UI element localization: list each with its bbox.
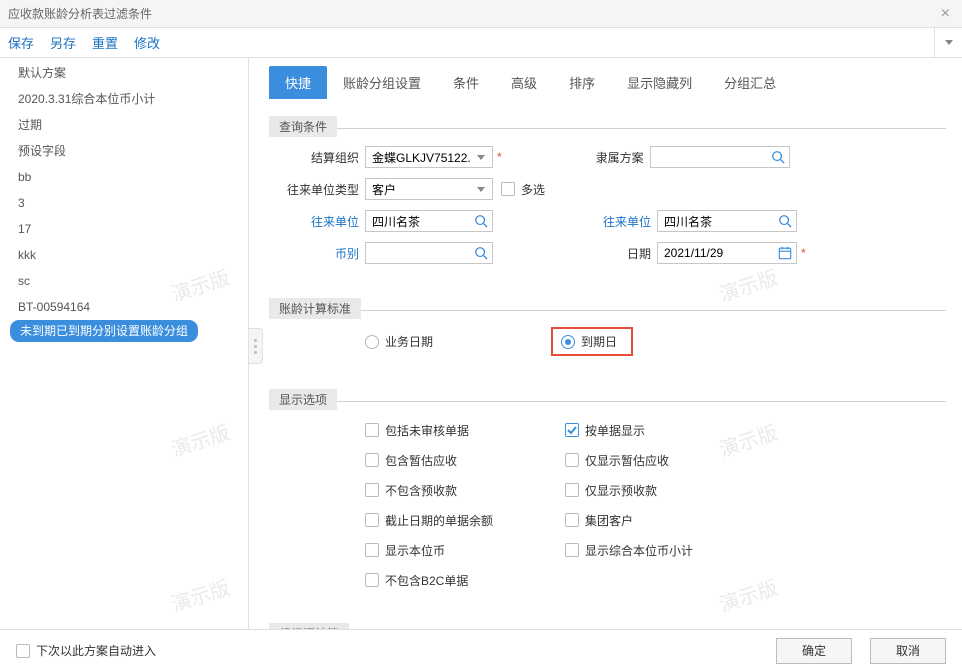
- cb-label: 显示综合本位币小计: [585, 542, 693, 559]
- tab-bar: 快捷 账龄分组设置 条件 高级 排序 显示隐藏列 分组汇总: [269, 66, 946, 99]
- scheme-item[interactable]: 3: [0, 190, 248, 216]
- tab-quick[interactable]: 快捷: [269, 66, 327, 99]
- calendar-icon[interactable]: [777, 245, 793, 261]
- scheme-input[interactable]: [650, 146, 790, 168]
- scheme-item-active[interactable]: 未到期已到期分别设置账龄分组: [10, 320, 198, 342]
- modify-button[interactable]: 修改: [134, 33, 160, 52]
- date-input[interactable]: [657, 242, 797, 264]
- cb-only-prepay[interactable]: 仅显示预收款: [565, 482, 767, 499]
- cb-only-temp-recv[interactable]: 仅显示暂估应收: [565, 452, 767, 469]
- radio-icon: [561, 335, 575, 349]
- section-aging-standard: 账龄计算标准 业务日期 到期日: [269, 289, 946, 370]
- cb-label: 按单据显示: [585, 422, 645, 439]
- checkbox-icon: [501, 182, 515, 196]
- section-title: 查询条件: [269, 116, 337, 137]
- cb-auto-enter[interactable]: 下次以此方案自动进入: [16, 642, 156, 659]
- unit-input-2[interactable]: [657, 210, 797, 232]
- scheme-sidebar: 默认方案 2020.3.31综合本位币小计 过期 预设字段 bb 3 17 kk…: [0, 58, 249, 629]
- chevron-down-icon[interactable]: [473, 149, 489, 165]
- cb-exclude-b2c[interactable]: 不包含B2C单据: [365, 572, 547, 589]
- tab-group-summary[interactable]: 分组汇总: [708, 66, 792, 99]
- reset-button[interactable]: 重置: [92, 33, 118, 52]
- scheme-item[interactable]: kkk: [0, 242, 248, 268]
- section-title: 账龄计算标准: [269, 298, 361, 319]
- scheme-item[interactable]: sc: [0, 268, 248, 294]
- cb-label: 不包含B2C单据: [385, 572, 468, 589]
- date-label: 日期: [569, 245, 657, 262]
- radio-due-date[interactable]: 到期日: [561, 333, 617, 350]
- tab-advanced[interactable]: 高级: [495, 66, 553, 99]
- search-icon[interactable]: [777, 213, 793, 229]
- required-mark: *: [497, 150, 502, 164]
- ok-button[interactable]: 确定: [776, 638, 852, 664]
- cb-label: 显示本位币: [385, 542, 445, 559]
- search-icon[interactable]: [473, 213, 489, 229]
- scheme-item[interactable]: 默认方案: [0, 60, 248, 86]
- radio-icon: [365, 335, 379, 349]
- currency-label: 币别: [277, 245, 365, 262]
- unit-label-2: 往来单位: [569, 213, 657, 230]
- multi-select-checkbox[interactable]: 多选: [501, 181, 545, 198]
- search-icon[interactable]: [770, 149, 786, 165]
- cb-include-temp-recv[interactable]: 包含暂估应收: [365, 452, 547, 469]
- scheme-item[interactable]: 2020.3.31综合本位币小计: [0, 86, 248, 112]
- cb-label: 仅显示暂估应收: [585, 452, 669, 469]
- org-label: 结算组织: [277, 149, 365, 166]
- cb-show-comp-base[interactable]: 显示综合本位币小计: [565, 542, 767, 559]
- title-bar: 应收款账龄分析表过滤条件 ×: [0, 0, 962, 28]
- scheme-label: 隶属方案: [562, 149, 650, 166]
- radio-label: 到期日: [581, 333, 617, 350]
- checkbox-icon: [16, 644, 30, 658]
- toolbar-dropdown[interactable]: [934, 28, 962, 58]
- cb-label: 包括未审核单据: [385, 422, 469, 439]
- tab-condition[interactable]: 条件: [437, 66, 495, 99]
- section-display-options: 显示选项 包括未审核单据 按单据显示 包含暂估应收 仅显示暂估应收 不包含预收款…: [269, 380, 946, 604]
- toolbar: 保存 另存 重置 修改: [0, 28, 962, 58]
- radio-label: 业务日期: [385, 333, 433, 350]
- section-title: 显示选项: [269, 389, 337, 410]
- cb-cutoff-balance[interactable]: 截止日期的单据余额: [365, 512, 547, 529]
- cb-by-doc[interactable]: 按单据显示: [565, 422, 767, 439]
- content-area: 快捷 账龄分组设置 条件 高级 排序 显示隐藏列 分组汇总 查询条件 结算组织: [249, 58, 962, 629]
- search-icon[interactable]: [473, 245, 489, 261]
- auto-enter-label: 下次以此方案自动进入: [36, 642, 156, 659]
- tab-aging-group[interactable]: 账龄分组设置: [327, 66, 437, 99]
- unit-type-label: 往来单位类型: [277, 181, 365, 198]
- cb-label: 仅显示预收款: [585, 482, 657, 499]
- radio-business-date[interactable]: 业务日期: [365, 333, 433, 350]
- scheme-item[interactable]: bb: [0, 164, 248, 190]
- required-mark: *: [801, 246, 806, 260]
- cb-group-customer[interactable]: 集团客户: [565, 512, 767, 529]
- chevron-down-icon[interactable]: [473, 181, 489, 197]
- section-inter-org: 组织间结算 外部结算 内部结算 会计核算体系: [269, 614, 946, 629]
- scheme-item[interactable]: BT-00594164: [0, 294, 248, 320]
- cb-label: 集团客户: [585, 512, 633, 529]
- tab-columns[interactable]: 显示隐藏列: [611, 66, 708, 99]
- scheme-item[interactable]: 17: [0, 216, 248, 242]
- cb-show-base[interactable]: 显示本位币: [365, 542, 547, 559]
- save-button[interactable]: 保存: [8, 33, 34, 52]
- tab-sort[interactable]: 排序: [553, 66, 611, 99]
- footer: 下次以此方案自动进入 确定 取消: [0, 629, 962, 671]
- cb-include-unapproved[interactable]: 包括未审核单据: [365, 422, 547, 439]
- chevron-down-icon: [945, 40, 953, 45]
- cancel-button[interactable]: 取消: [870, 638, 946, 664]
- section-query: 查询条件 结算组织 * 隶属方案: [269, 107, 946, 279]
- save-as-button[interactable]: 另存: [50, 33, 76, 52]
- close-icon[interactable]: ×: [937, 5, 954, 23]
- section-title: 组织间结算: [269, 623, 349, 629]
- multi-select-label: 多选: [521, 181, 545, 198]
- cb-exclude-prepay[interactable]: 不包含预收款: [365, 482, 547, 499]
- unit-label: 往来单位: [277, 213, 365, 230]
- cb-label: 截止日期的单据余额: [385, 512, 493, 529]
- cb-label: 包含暂估应收: [385, 452, 457, 469]
- window-title: 应收款账龄分析表过滤条件: [8, 5, 152, 22]
- cb-label: 不包含预收款: [385, 482, 457, 499]
- scheme-item[interactable]: 预设字段: [0, 138, 248, 164]
- highlighted-option: 到期日: [551, 327, 633, 356]
- scheme-item[interactable]: 过期: [0, 112, 248, 138]
